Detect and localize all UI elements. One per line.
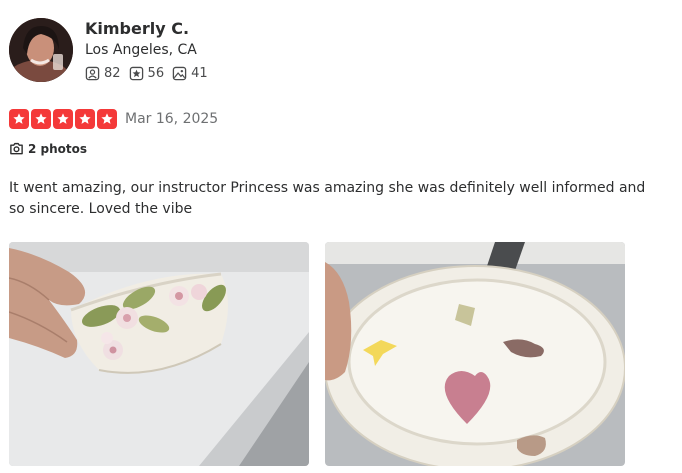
star-icon (97, 109, 117, 129)
friends-count: 82 (104, 66, 121, 81)
friends-icon (85, 66, 100, 81)
friends-stat: 82 (85, 66, 121, 81)
review-text: It went amazing, our instructor Princess… (9, 180, 646, 217)
photo-count-label[interactable]: 2 photos (28, 142, 87, 156)
photo-icon (172, 66, 187, 81)
star-icon (31, 109, 51, 129)
photos-count: 41 (191, 66, 208, 81)
reviews-stat: 56 (129, 66, 165, 81)
user-stats: 82 56 41 (85, 66, 216, 81)
review-star-icon (129, 66, 143, 81)
star-rating (9, 109, 117, 129)
avatar[interactable] (9, 18, 73, 82)
user-name[interactable]: Kimberly C. (85, 19, 189, 38)
star-icon (53, 109, 73, 129)
photo-count-link[interactable]: 2 photos (9, 141, 87, 156)
user-location: Los Angeles, CA (85, 42, 197, 58)
camera-icon (10, 142, 23, 155)
review-date: Mar 16, 2025 (125, 111, 219, 127)
star-icon (9, 109, 29, 129)
review-photo-ceramic-bowl[interactable] (325, 242, 625, 466)
review-card: Kimberly C. Los Angeles, CA 82 56 41 Mar… (0, 0, 682, 473)
star-icon (75, 109, 95, 129)
photos-stat: 41 (172, 66, 208, 81)
review-photo-ceramic-dish[interactable] (9, 242, 309, 466)
reviews-count: 56 (147, 66, 165, 81)
